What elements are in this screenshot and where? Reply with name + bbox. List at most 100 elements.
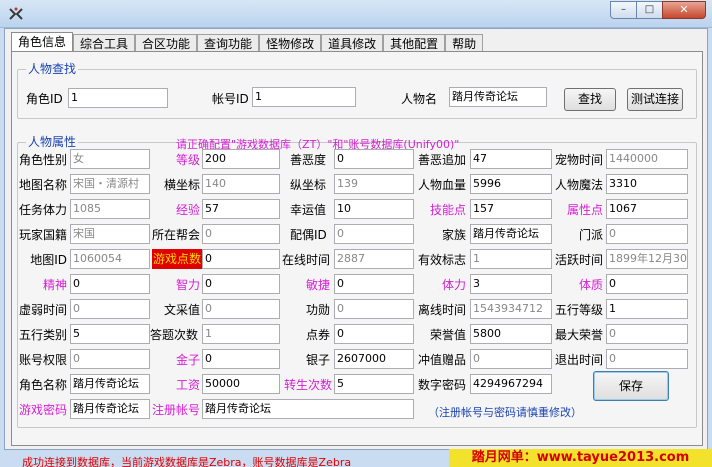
strength-label: 体力: [441, 278, 466, 292]
five-type-input[interactable]: 5: [70, 324, 150, 344]
five-level-input[interactable]: 1: [606, 299, 688, 319]
spouse-id-label: 配偶ID: [290, 228, 327, 242]
level-input[interactable]: 200: [202, 149, 280, 169]
role-name-input[interactable]: 踏月传奇论坛: [70, 374, 150, 394]
quiz-count-input[interactable]: 1: [202, 324, 280, 344]
literary-input[interactable]: 0: [202, 299, 280, 319]
mp-input[interactable]: 3310: [606, 174, 688, 194]
maximize-button[interactable]: □: [636, 1, 662, 19]
account-id-input[interactable]: 1: [252, 87, 356, 107]
attr-points-input[interactable]: 1067: [606, 199, 688, 219]
find-button[interactable]: 查找: [564, 88, 616, 111]
tab-panel-role-info: 人物查找 角色ID 1 帐号ID 1 人物名 踏月传奇论坛 查找 测试连接 人物…: [11, 51, 703, 467]
digit-pwd-label: 数字密码: [418, 378, 467, 392]
offline-time-input[interactable]: 1543934712: [470, 299, 552, 319]
salary-label: 工资: [175, 378, 200, 392]
client-area: 角色信息 综合工具 合区功能 查询功能 怪物修改 道具修改 其他配置 帮助 人物…: [4, 28, 708, 467]
literary-label: 文采值: [163, 303, 200, 317]
family-label: 家族: [441, 228, 466, 242]
constitution-input[interactable]: 0: [606, 274, 688, 294]
game-points-label: 游戏点数: [152, 249, 202, 269]
x-coord-input[interactable]: 140: [202, 174, 280, 194]
rebirth-input[interactable]: 5: [334, 374, 414, 394]
game-points-input[interactable]: 0: [202, 249, 280, 269]
valid-flag-input[interactable]: 1: [470, 249, 552, 269]
reg-account-note: （注册帐号与密码请慎重修改）: [428, 406, 582, 419]
offline-time-label: 离线时间: [418, 303, 467, 317]
evil-add-input[interactable]: 47: [470, 149, 552, 169]
map-name-input[interactable]: 宋国・清源村: [70, 174, 150, 194]
family-input[interactable]: 踏月传奇论坛: [470, 224, 552, 244]
y-coord-input[interactable]: 139: [334, 174, 414, 194]
status-message: 成功连接到数据库，当前游戏数据库是Zebra，账号数据库是Zebra: [22, 456, 352, 467]
online-time-label: 在线时间: [282, 253, 331, 267]
online-time-input[interactable]: 2887: [334, 249, 414, 269]
max-honor-input[interactable]: 0: [606, 324, 688, 344]
exit-time-input[interactable]: 0: [606, 349, 688, 369]
mp-label: 人物魔法: [555, 178, 604, 192]
task-stamina-input[interactable]: 1085: [70, 199, 150, 219]
spirit-input[interactable]: 0: [70, 274, 150, 294]
coupons-input[interactable]: 0: [334, 324, 414, 344]
role-name-label: 角色名称: [19, 378, 68, 392]
digit-pwd-input[interactable]: 4294967294: [470, 374, 552, 394]
name-input[interactable]: 踏月传奇论坛: [449, 87, 547, 107]
map-id-label: 地图ID: [30, 253, 67, 267]
sect-label: 门派: [578, 228, 603, 242]
hp-input[interactable]: 5996: [470, 174, 552, 194]
site-banner: 踏月网单：www.tayue2013.com: [449, 449, 712, 467]
weak-time-label: 虚弱时间: [19, 303, 68, 317]
five-type-label: 五行类别: [19, 328, 68, 342]
active-time-input[interactable]: 1899年12月30日: [606, 249, 688, 269]
strength-input[interactable]: 3: [470, 274, 552, 294]
minimize-button[interactable]: –: [610, 1, 636, 19]
salary-input[interactable]: 50000: [202, 374, 280, 394]
honor-input[interactable]: 5800: [470, 324, 552, 344]
save-button[interactable]: 保存: [593, 371, 669, 401]
active-time-label: 活跃时间: [555, 253, 604, 267]
attributes-group: 人物属性 请正确配置"游戏数据库（ZT）"和"账号数据库(Unify00)" 角…: [17, 135, 697, 428]
nation-input[interactable]: 宋国: [70, 224, 150, 244]
role-id-label: 角色ID: [26, 92, 63, 106]
recharge-gift-input[interactable]: 0: [470, 349, 552, 369]
skill-points-input[interactable]: 157: [470, 199, 552, 219]
app-icon: [9, 7, 23, 20]
weak-time-input[interactable]: 0: [70, 299, 150, 319]
exp-input[interactable]: 57: [202, 199, 280, 219]
silver-input[interactable]: 2607000: [334, 349, 414, 369]
intellect-label: 智力: [175, 278, 200, 292]
name-label: 人物名: [401, 92, 438, 106]
five-level-label: 五行等级: [555, 303, 604, 317]
tab-role-info[interactable]: 角色信息: [11, 32, 74, 53]
pet-time-input[interactable]: 1440000: [606, 149, 688, 169]
exp-label: 经验: [175, 203, 200, 217]
account-perm-label: 账号权限: [19, 353, 68, 367]
nation-label: 玩家国籍: [19, 228, 68, 242]
evil-input[interactable]: 0: [334, 149, 414, 169]
game-pwd-label: 游戏密码: [19, 403, 68, 417]
merit-input[interactable]: 0: [334, 299, 414, 319]
quiz-count-label: 答题次数: [150, 328, 199, 342]
gold-input[interactable]: 0: [202, 349, 280, 369]
sect-input[interactable]: 0: [606, 224, 688, 244]
title-bar: – □ ✕: [0, 0, 712, 28]
gender-input[interactable]: 女: [70, 149, 150, 169]
level-label: 等级: [175, 153, 200, 167]
intellect-input[interactable]: 0: [202, 274, 280, 294]
luck-input[interactable]: 10: [334, 199, 414, 219]
exit-time-label: 退出时间: [555, 353, 604, 367]
rebirth-label: 转生次数: [284, 378, 333, 392]
guild-input[interactable]: 0: [202, 224, 280, 244]
game-pwd-input[interactable]: 踏月传奇论坛: [70, 399, 150, 419]
map-id-input[interactable]: 1060054: [70, 249, 150, 269]
recharge-gift-label: 冲值赠品: [418, 353, 467, 367]
spouse-id-input[interactable]: 0: [334, 224, 414, 244]
test-connection-button[interactable]: 测试连接: [627, 88, 683, 111]
reg-account-input[interactable]: 踏月传奇论坛: [202, 399, 414, 419]
honor-label: 荣誉值: [429, 328, 466, 342]
account-perm-input[interactable]: 0: [70, 349, 150, 369]
role-id-input[interactable]: 1: [68, 88, 168, 108]
silver-label: 银子: [305, 353, 330, 367]
agility-input[interactable]: 0: [334, 274, 414, 294]
close-button[interactable]: ✕: [662, 1, 706, 19]
